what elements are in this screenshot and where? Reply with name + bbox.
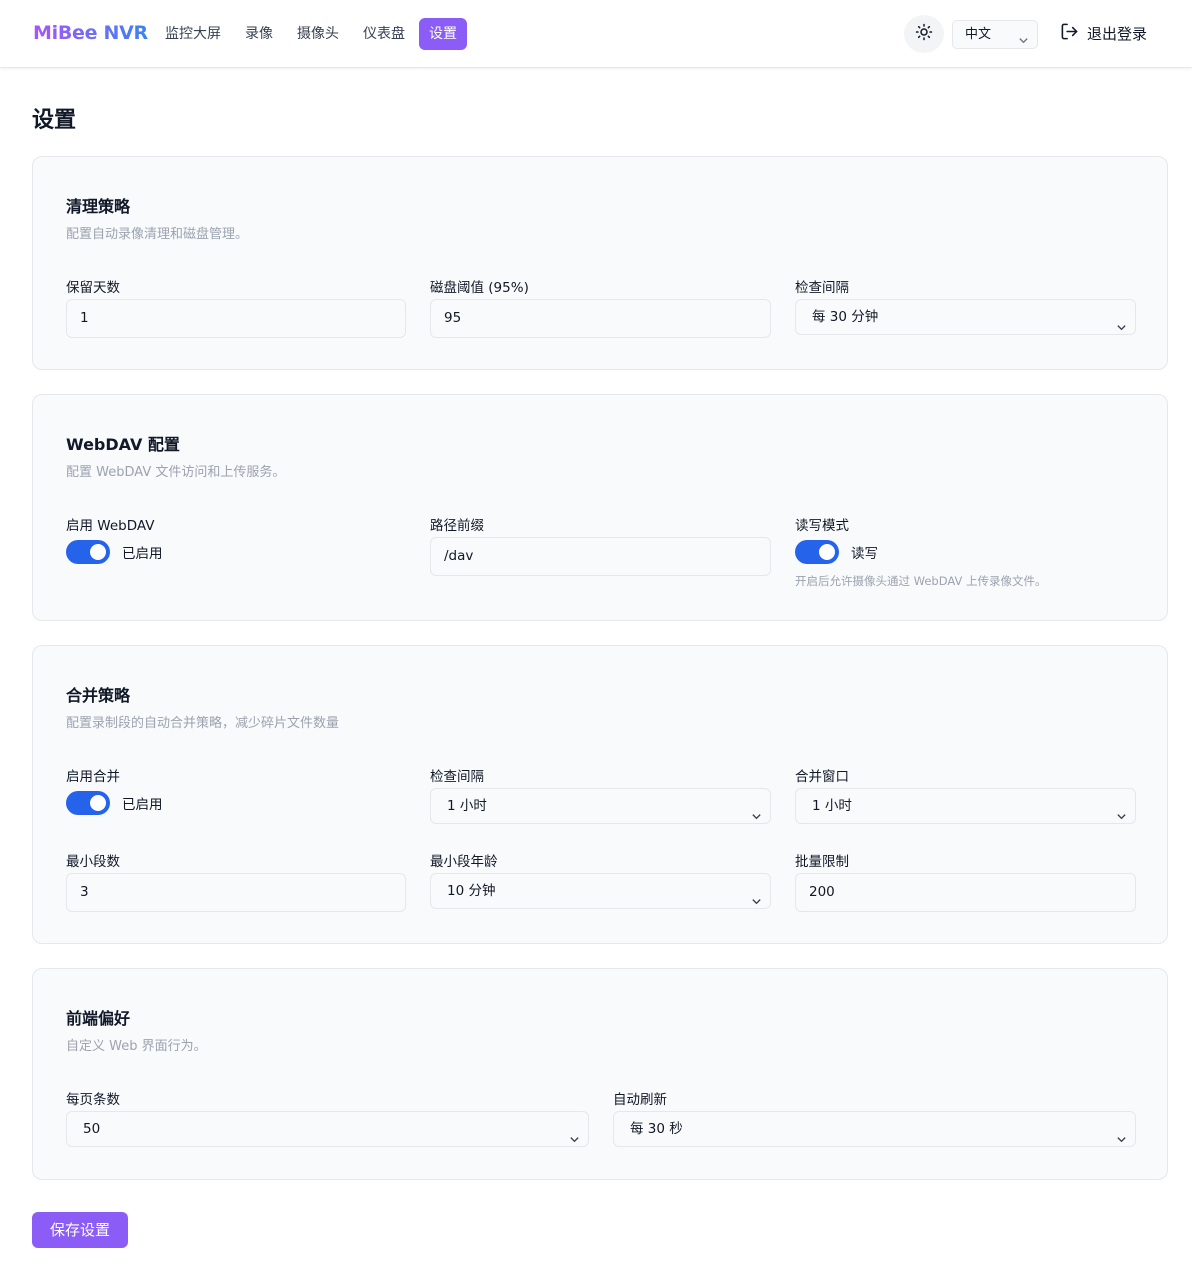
merge-window-label: 合并窗口 — [795, 769, 849, 785]
enable-webdav-label: 启用 WebDAV — [66, 518, 155, 534]
check-interval-label: 检查间隔 — [795, 280, 849, 296]
logout-icon — [1060, 22, 1079, 45]
merge-check-interval-label: 检查间隔 — [430, 769, 484, 785]
chevron-down-icon — [1018, 29, 1029, 56]
enable-merge-label: 启用合并 — [66, 769, 120, 785]
theme-toggle-button[interactable] — [904, 15, 944, 53]
toggle-knob — [90, 544, 106, 560]
disk-threshold-label: 磁盘阈值 (95%) — [430, 280, 529, 296]
chevron-down-icon — [1116, 801, 1127, 835]
save-settings-button[interactable]: 保存设置 — [32, 1212, 128, 1248]
disk-threshold-input[interactable]: 95 — [430, 299, 771, 338]
sun-icon — [915, 23, 933, 45]
read-write-mode-label: 读写模式 — [795, 518, 849, 534]
enable-merge-state: 已启用 — [122, 797, 163, 813]
merge-check-interval-value: 1 小时 — [447, 798, 487, 814]
min-segment-age-label: 最小段年龄 — [430, 854, 498, 870]
enable-merge-toggle[interactable] — [66, 791, 110, 815]
min-segment-age-select[interactable]: 10 分钟 — [430, 873, 771, 909]
chevron-down-icon — [569, 1124, 580, 1158]
nav-item-settings[interactable]: 设置 — [419, 18, 467, 50]
retention-days-label: 保留天数 — [66, 280, 120, 296]
page-size-value: 50 — [83, 1121, 101, 1137]
card-description: 配置录制段的自动合并策略，减少碎片文件数量 — [66, 716, 340, 731]
chevron-down-icon — [751, 886, 762, 920]
min-segment-age-value: 10 分钟 — [447, 883, 496, 899]
enable-webdav-toggle-row: 已启用 — [66, 540, 163, 564]
toggle-knob — [819, 544, 835, 560]
card-title: WebDAV 配置 — [66, 435, 180, 454]
webdav-config-card: WebDAV 配置 配置 WebDAV 文件访问和上传服务。 启用 WebDAV… — [32, 394, 1168, 621]
min-segments-input[interactable]: 3 — [66, 873, 406, 912]
chevron-down-icon — [1116, 1124, 1127, 1158]
page-size-select[interactable]: 50 — [66, 1111, 589, 1147]
check-interval-value: 每 30 分钟 — [812, 309, 879, 325]
page-title: 设置 — [32, 108, 77, 133]
read-write-state: 读写 — [851, 546, 878, 562]
brand-logo[interactable]: MiBee NVR — [33, 22, 148, 44]
auto-refresh-label: 自动刷新 — [613, 1092, 667, 1108]
nav-item-recordings[interactable]: 录像 — [235, 18, 283, 50]
card-title: 合并策略 — [66, 686, 131, 705]
toggle-knob — [90, 795, 106, 811]
cleanup-policy-card: 清理策略 配置自动录像清理和磁盘管理。 保留天数 1 磁盘阈值 (95%) 95… — [32, 156, 1168, 370]
enable-webdav-toggle[interactable] — [66, 540, 110, 564]
merge-window-select[interactable]: 1 小时 — [795, 788, 1136, 824]
language-select[interactable]: 中文 — [952, 20, 1038, 49]
card-description: 自定义 Web 界面行为。 — [66, 1039, 207, 1054]
batch-limit-label: 批量限制 — [795, 854, 849, 870]
chevron-down-icon — [1116, 312, 1127, 346]
page-size-label: 每页条数 — [66, 1092, 120, 1108]
nav-item-monitor-wall[interactable]: 监控大屏 — [155, 18, 231, 50]
min-segments-label: 最小段数 — [66, 854, 120, 870]
frontend-preferences-card: 前端偏好 自定义 Web 界面行为。 每页条数 50 自动刷新 每 30 秒 — [32, 968, 1168, 1180]
path-prefix-input[interactable]: /dav — [430, 537, 771, 576]
nav-item-dashboard[interactable]: 仪表盘 — [353, 18, 415, 50]
card-title: 清理策略 — [66, 197, 131, 216]
merge-window-value: 1 小时 — [812, 798, 852, 814]
batch-limit-input[interactable]: 200 — [795, 873, 1136, 912]
read-write-toggle[interactable] — [795, 540, 839, 564]
main-nav: 监控大屏 录像 摄像头 仪表盘 设置 — [155, 18, 467, 50]
read-write-hint: 开启后允许摄像头通过 WebDAV 上传录像文件。 — [795, 574, 1047, 588]
language-select-value: 中文 — [965, 27, 992, 42]
check-interval-select[interactable]: 每 30 分钟 — [795, 299, 1136, 335]
auto-refresh-select[interactable]: 每 30 秒 — [613, 1111, 1136, 1147]
card-title: 前端偏好 — [66, 1009, 131, 1028]
logout-button[interactable]: 退出登录 — [1060, 22, 1147, 45]
auto-refresh-value: 每 30 秒 — [630, 1121, 683, 1137]
read-write-toggle-row: 读写 — [795, 540, 878, 564]
logout-label: 退出登录 — [1087, 25, 1148, 43]
chevron-down-icon — [751, 801, 762, 835]
path-prefix-label: 路径前缀 — [430, 518, 484, 534]
enable-webdav-state: 已启用 — [122, 546, 163, 562]
enable-merge-toggle-row: 已启用 — [66, 791, 163, 815]
card-description: 配置 WebDAV 文件访问和上传服务。 — [66, 465, 286, 480]
card-description: 配置自动录像清理和磁盘管理。 — [66, 227, 249, 242]
nav-item-cameras[interactable]: 摄像头 — [287, 18, 349, 50]
top-navbar: MiBee NVR 监控大屏 录像 摄像头 仪表盘 设置 中文 退出登录 — [0, 0, 1192, 68]
merge-check-interval-select[interactable]: 1 小时 — [430, 788, 771, 824]
retention-days-input[interactable]: 1 — [66, 299, 406, 338]
merge-policy-card: 合并策略 配置录制段的自动合并策略，减少碎片文件数量 启用合并 已启用 检查间隔… — [32, 645, 1168, 944]
